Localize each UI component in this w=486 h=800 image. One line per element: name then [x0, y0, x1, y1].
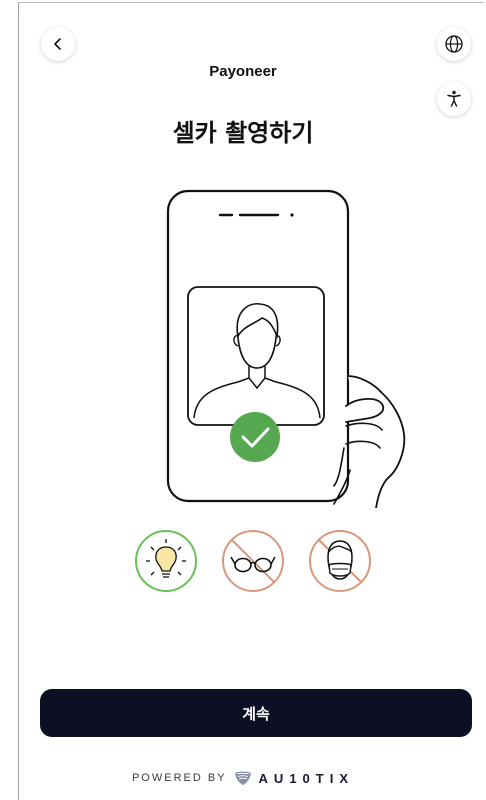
powered-by-text: POWERED BY: [131, 772, 227, 784]
vendor-logo-text: AU10TIX: [258, 770, 355, 786]
language-button[interactable]: [437, 27, 471, 61]
globe-icon: [445, 35, 463, 53]
no-glasses-icon: [222, 530, 284, 592]
accessibility-button[interactable]: [437, 82, 471, 116]
page-title: 셀카 촬영하기: [172, 119, 314, 147]
back-button[interactable]: [41, 27, 75, 61]
au10tix-shield-icon: [234, 771, 251, 785]
continue-button[interactable]: 계속: [40, 689, 472, 737]
no-mask-icon: [309, 530, 371, 592]
powered-by: POWERED BY AU10TIX: [0, 770, 486, 786]
phone-selfie-illustration: [166, 189, 406, 508]
chevron-left-icon: [54, 38, 61, 50]
brand-name: Payoneer: [209, 63, 277, 80]
accessibility-icon: [447, 90, 461, 107]
continue-button-label: 계속: [242, 704, 270, 723]
lightbulb-icon: [135, 530, 197, 592]
